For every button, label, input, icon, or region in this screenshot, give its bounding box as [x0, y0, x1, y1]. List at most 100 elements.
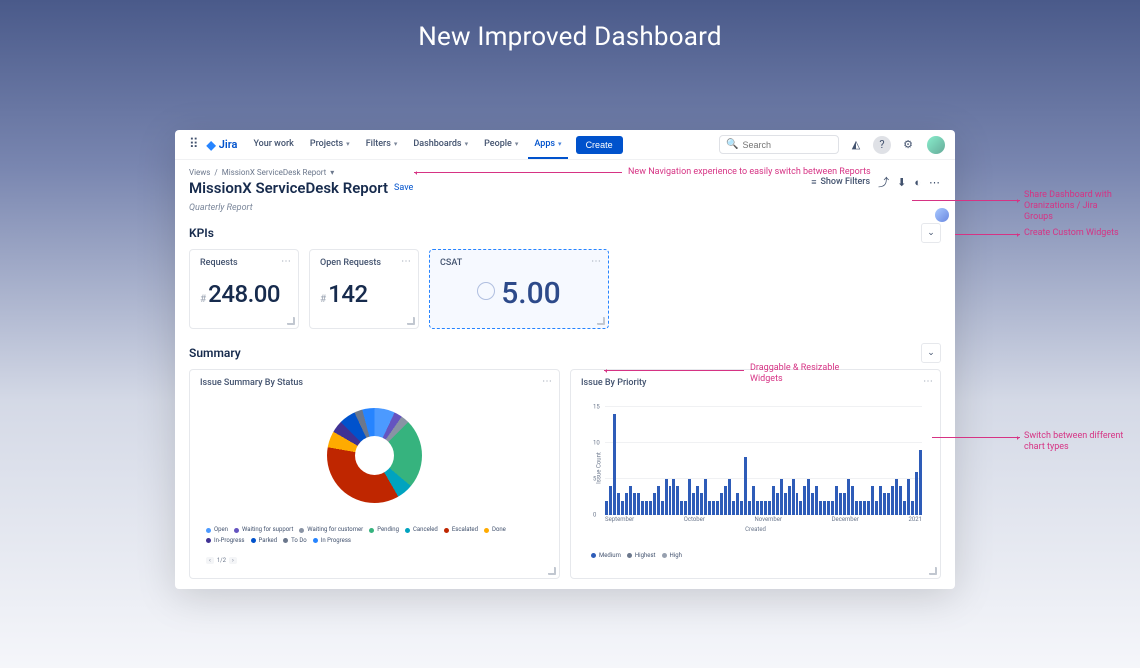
help-icon[interactable]: ? — [873, 136, 891, 154]
y-tick: 10 — [593, 440, 600, 447]
page-header: Views / MissionX ServiceDesk Report ▾ Mi… — [175, 160, 955, 201]
bar — [676, 486, 679, 515]
legend-item[interactable]: Waiting for support — [234, 525, 293, 535]
bar — [831, 501, 834, 515]
resize-handle[interactable] — [407, 317, 415, 325]
show-filters-button[interactable]: ≡ Show Filters — [811, 177, 870, 188]
bar — [803, 486, 806, 515]
bar — [811, 493, 814, 515]
search-box[interactable]: 🔍 — [719, 135, 839, 154]
chevron-down-icon: ▾ — [515, 140, 519, 148]
status-card-menu-icon[interactable]: ⋯ — [542, 376, 553, 387]
issue-by-priority[interactable]: Issue By Priority ⋯ Issue Count 051015 S… — [570, 369, 941, 579]
kpi-open-value: 142 — [328, 280, 367, 308]
kpi-prefix: # — [320, 294, 326, 305]
kpi-open-menu-icon[interactable]: ⋯ — [401, 256, 412, 267]
breadcrumb-dropdown-icon[interactable]: ▾ — [330, 168, 334, 177]
bar — [661, 501, 664, 515]
settings-icon[interactable]: ⚙ — [899, 136, 917, 154]
download-icon[interactable]: ⬇ — [897, 176, 906, 189]
user-avatar[interactable] — [927, 136, 945, 154]
legend-item[interactable]: Waiting for customer — [299, 525, 363, 535]
bar — [780, 479, 783, 515]
x-tick: December — [832, 516, 859, 523]
legend-item[interactable]: In Progress — [313, 536, 351, 546]
issue-summary-by-status[interactable]: Issue Summary By Status ⋯ Open Waiting fo… — [189, 369, 560, 579]
custom-widget-avatar[interactable] — [935, 208, 949, 222]
top-navigation: ⠿ ◆ Jira Your workProjects▾Filters▾Dashb… — [175, 130, 955, 160]
bar — [891, 486, 894, 515]
legend-item[interactable]: In-Progress — [206, 536, 245, 546]
kpi-requests-menu-icon[interactable]: ⋯ — [281, 256, 292, 267]
create-button[interactable]: Create — [576, 136, 623, 154]
legend-item[interactable]: Medium — [591, 552, 621, 559]
legend-item[interactable]: Highest — [627, 552, 656, 559]
nav-item-filters[interactable]: Filters▾ — [360, 130, 404, 159]
annotation-chart-switch: Switch between different chart types — [1024, 431, 1128, 453]
bar — [657, 486, 660, 515]
bar — [760, 501, 763, 515]
app-launcher-icon[interactable]: ⠿ — [185, 137, 203, 152]
kpi-requests[interactable]: Requests ⋯ # 248.00 — [189, 249, 299, 329]
dark-mode-icon[interactable]: ◐ — [914, 176, 921, 189]
legend-item[interactable]: Pending — [369, 525, 399, 535]
status-card-title: Issue Summary By Status — [200, 378, 549, 388]
resize-handle[interactable] — [929, 567, 937, 575]
bar — [700, 493, 703, 515]
kpi-open-requests[interactable]: Open Requests ⋯ # 142 — [309, 249, 419, 329]
bar — [871, 486, 874, 515]
legend-dot-icon — [283, 538, 288, 543]
nav-item-your-work[interactable]: Your work — [247, 130, 299, 159]
legend-item[interactable]: To Do — [283, 536, 307, 546]
kpi-csat[interactable]: CSAT ⋯ 5.00 — [429, 249, 609, 329]
jira-dashboard-window: ⠿ ◆ Jira Your workProjects▾Filters▾Dashb… — [175, 130, 955, 589]
bar — [839, 493, 842, 515]
legend-item[interactable]: Canceled — [405, 525, 438, 535]
legend-item[interactable]: Open — [206, 525, 228, 535]
bar — [879, 486, 882, 515]
bar — [633, 493, 636, 515]
legend-item[interactable]: Done — [484, 525, 506, 535]
jira-logo[interactable]: ◆ Jira — [207, 138, 238, 152]
bar — [855, 501, 858, 515]
nav-item-people[interactable]: People▾ — [478, 130, 524, 159]
bar — [843, 493, 846, 515]
bar — [653, 493, 656, 515]
bar — [815, 486, 818, 515]
resize-handle[interactable] — [597, 317, 605, 325]
nav-item-dashboards[interactable]: Dashboards▾ — [407, 130, 474, 159]
resize-handle[interactable] — [287, 317, 295, 325]
bar — [875, 501, 878, 515]
nav-item-apps[interactable]: Apps▾ — [528, 130, 567, 159]
bar — [772, 486, 775, 515]
priority-card-menu-icon[interactable]: ⋯ — [923, 376, 934, 387]
bar — [688, 479, 691, 515]
more-actions-icon[interactable]: ⋯ — [929, 176, 941, 189]
legend-next-icon[interactable]: › — [229, 557, 237, 564]
priority-legend: Medium Highest High — [581, 548, 930, 568]
bar — [692, 493, 695, 515]
share-icon[interactable]: ⤴ — [878, 174, 889, 190]
legend-dot-icon — [627, 553, 632, 558]
bar — [911, 501, 914, 515]
kpi-csat-menu-icon[interactable]: ⋯ — [591, 256, 602, 267]
bar — [796, 493, 799, 515]
legend-dot-icon — [206, 528, 211, 533]
search-input[interactable] — [742, 140, 832, 150]
notifications-icon[interactable]: ◭ — [847, 136, 865, 154]
kpis-collapse-button[interactable]: ⌄ — [921, 223, 941, 243]
gauge-icon — [477, 282, 495, 300]
legend-dot-icon — [591, 553, 596, 558]
nav-item-projects[interactable]: Projects▾ — [304, 130, 356, 159]
save-link[interactable]: Save — [394, 183, 413, 193]
legend-item[interactable]: High — [662, 552, 682, 559]
bar — [728, 479, 731, 515]
summary-collapse-button[interactable]: ⌄ — [921, 343, 941, 363]
breadcrumb-root[interactable]: Views — [189, 168, 210, 177]
breadcrumb-current[interactable]: MissionX ServiceDesk Report — [222, 168, 327, 177]
resize-handle[interactable] — [548, 567, 556, 575]
legend-item[interactable]: Escalated — [444, 525, 478, 535]
bar — [883, 493, 886, 515]
legend-prev-icon[interactable]: ‹ — [206, 557, 214, 564]
legend-item[interactable]: Parked — [251, 536, 278, 546]
